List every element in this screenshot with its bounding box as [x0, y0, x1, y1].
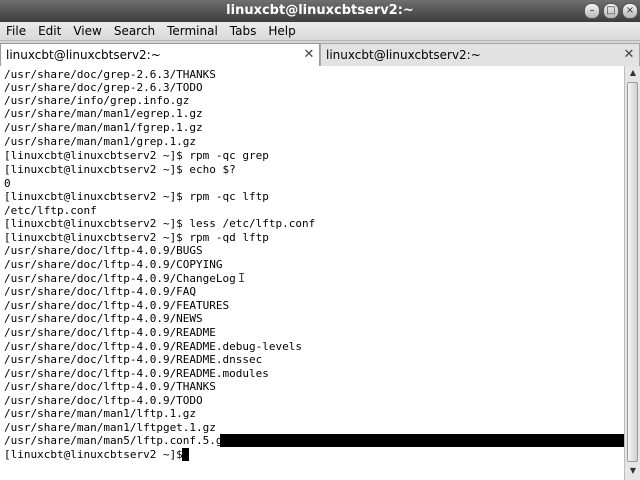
text-cursor: [182, 448, 189, 461]
terminal-line: 0: [4, 177, 11, 190]
terminal-line: /usr/share/info/grep.info.gz: [4, 94, 190, 107]
terminal-line: /usr/share/doc/lftp-4.0.9/NEWS: [4, 312, 203, 325]
window-title: linuxcbt@linuxcbtserv2:~: [226, 3, 414, 18]
terminal-line: /usr/share/man/man1/egrep.1.gz: [4, 107, 203, 120]
menu-edit[interactable]: Edit: [32, 22, 67, 40]
menu-help[interactable]: Help: [262, 22, 301, 40]
close-icon[interactable]: ✕: [621, 44, 637, 66]
minimize-button[interactable]: –: [584, 3, 600, 19]
close-icon[interactable]: ✕: [301, 44, 317, 66]
tab-terminal-2[interactable]: linuxcbt@linuxcbtserv2:~ ✕: [320, 43, 640, 66]
maximize-button[interactable]: □: [603, 3, 619, 19]
menu-view[interactable]: View: [67, 22, 107, 40]
terminal-line: /usr/share/man/man5/lftp.conf.5.gz: [4, 434, 230, 447]
terminal-line: /usr/share/doc/lftp-4.0.9/README.dnssec: [4, 353, 263, 366]
terminal-area[interactable]: /usr/share/doc/grep-2.6.3/THANKS /usr/sh…: [0, 66, 624, 480]
selection-highlight: [220, 434, 624, 447]
ibeam-cursor-icon: I: [238, 271, 246, 285]
terminal-line: /usr/share/doc/lftp-4.0.9/COPYING: [4, 258, 223, 271]
terminal-line: /usr/share/man/man1/fgrep.1.gz: [4, 121, 203, 134]
close-window-button[interactable]: ×: [622, 3, 638, 19]
menu-tabs[interactable]: Tabs: [224, 22, 263, 40]
terminal-line: /usr/share/doc/lftp-4.0.9/THANKS: [4, 380, 216, 393]
scroll-thumb[interactable]: [627, 82, 638, 462]
terminal-line: [linuxcbt@linuxcbtserv2 ~]$ rpm -qc lftp: [4, 190, 269, 203]
terminal-line: /usr/share/doc/lftp-4.0.9/README: [4, 326, 216, 339]
terminal-line: /usr/share/doc/lftp-4.0.9/FEATURES: [4, 299, 230, 312]
menu-bar: File Edit View Search Terminal Tabs Help: [0, 22, 640, 41]
arrow-up-icon[interactable]: ▲: [626, 66, 640, 80]
arrow-down-icon[interactable]: ▼: [626, 464, 640, 478]
menu-search[interactable]: Search: [108, 22, 161, 40]
terminal-prompt: [linuxcbt@linuxcbtserv2 ~]$: [4, 448, 190, 461]
tab-terminal-1[interactable]: linuxcbt@linuxcbtserv2:~ ✕: [0, 43, 320, 66]
menu-file[interactable]: File: [0, 22, 32, 40]
tab-bar: linuxcbt@linuxcbtserv2:~ ✕ linuxcbt@linu…: [0, 41, 640, 67]
terminal-line: /usr/share/doc/lftp-4.0.9/README.modules: [4, 367, 269, 380]
terminal-line: [linuxcbt@linuxcbtserv2 ~]$ rpm -qd lftp: [4, 231, 269, 244]
terminal-line: /usr/share/doc/grep-2.6.3/TODO: [4, 81, 203, 94]
terminal-line: /usr/share/doc/grep-2.6.3/THANKS: [4, 68, 216, 81]
terminal-line: /usr/share/man/man1/lftpget.1.gz: [4, 421, 216, 434]
terminal-line: /usr/share/doc/lftp-4.0.9/README.debug-l…: [4, 340, 303, 353]
menu-terminal[interactable]: Terminal: [161, 22, 224, 40]
terminal-line: /usr/share/doc/lftp-4.0.9/BUGS: [4, 244, 203, 257]
terminal-line: [linuxcbt@linuxcbtserv2 ~]$ echo $?: [4, 163, 236, 176]
terminal-line: /usr/share/man/man1/grep.1.gz: [4, 135, 197, 148]
terminal-line: /usr/share/doc/lftp-4.0.9/TODO: [4, 394, 203, 407]
terminal-line: /usr/share/man/man1/lftp.1.gz: [4, 407, 197, 420]
vertical-scrollbar[interactable]: ▲ ▼: [624, 66, 640, 480]
terminal-line: [linuxcbt@linuxcbtserv2 ~]$ less /etc/lf…: [4, 217, 316, 230]
tab-label: linuxcbt@linuxcbtserv2:~: [6, 48, 161, 62]
terminal-line: /usr/share/doc/lftp-4.0.9/ChangeLog: [4, 272, 236, 285]
window-titlebar[interactable]: linuxcbt@linuxcbtserv2:~ – □ ×: [0, 0, 640, 23]
terminal-line: [linuxcbt@linuxcbtserv2 ~]$ rpm -qc grep: [4, 149, 269, 162]
terminal-line: /usr/share/doc/lftp-4.0.9/FAQ: [4, 285, 197, 298]
terminal-line: /etc/lftp.conf: [4, 204, 97, 217]
tab-label: linuxcbt@linuxcbtserv2:~: [326, 48, 481, 62]
